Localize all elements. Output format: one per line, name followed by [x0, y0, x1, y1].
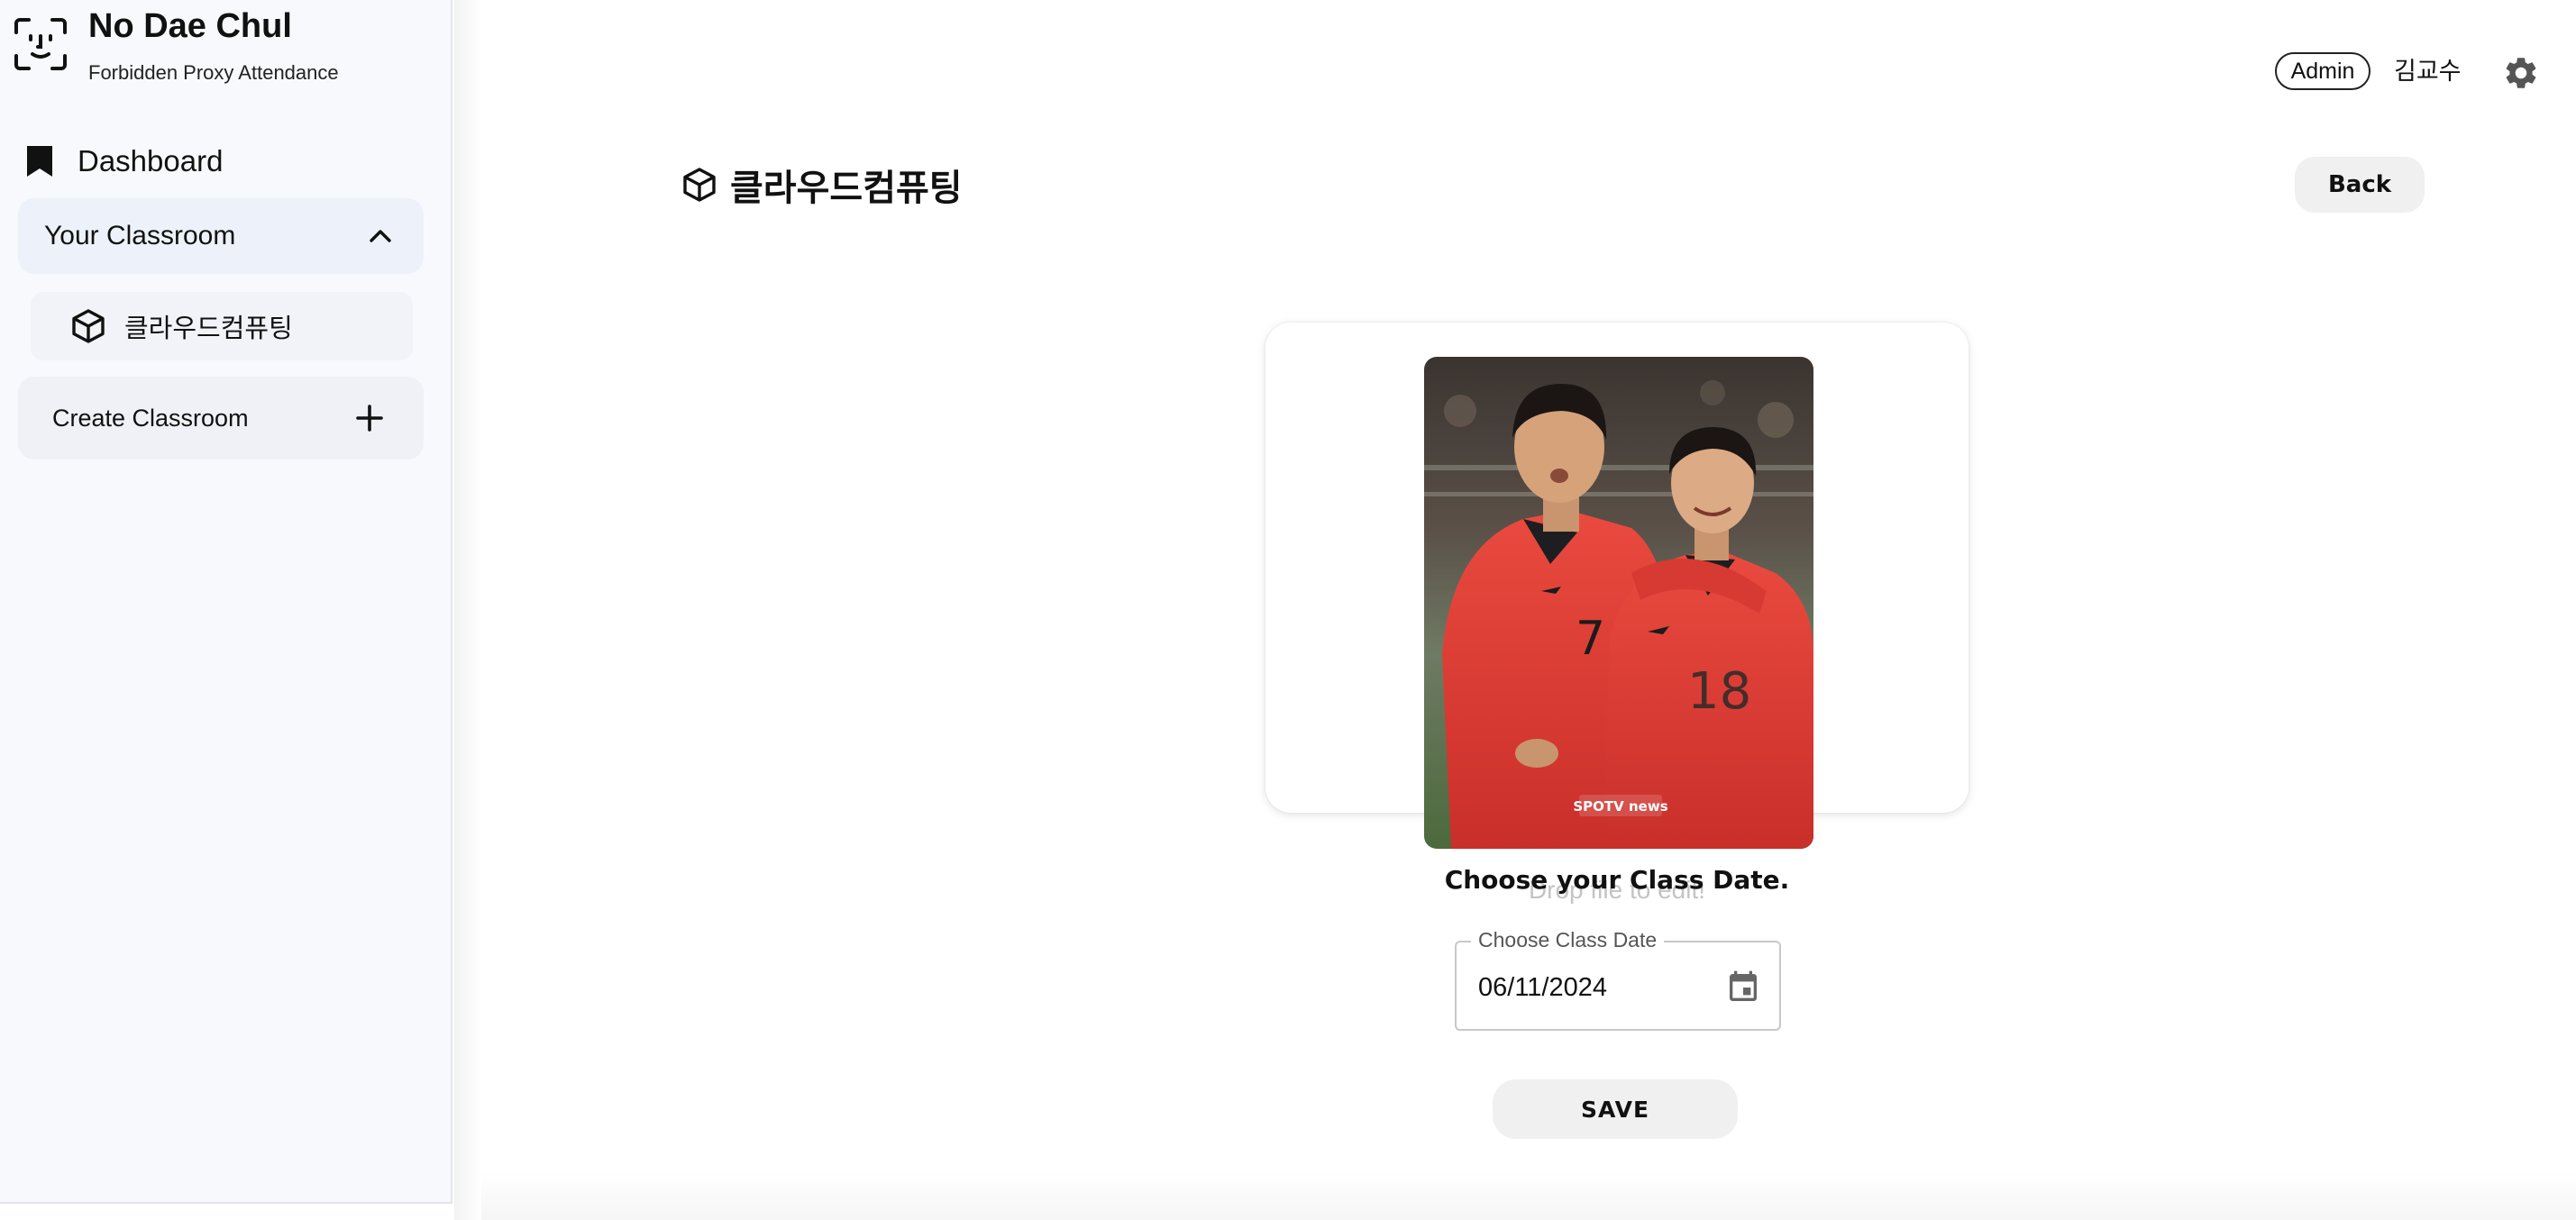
- page-header: 클라우드컴퓨팅: [681, 159, 963, 211]
- sidebar: No Dae Chul Forbidden Proxy Attendance D…: [0, 0, 452, 1204]
- photo-watermark: SPOTV news: [1573, 798, 1667, 815]
- create-classroom-label: Create Classroom: [52, 404, 249, 432]
- plus-icon: [356, 405, 383, 432]
- class-date-label: Choose Class Date: [1471, 928, 1665, 952]
- face-scan-icon: [14, 18, 67, 70]
- class-date-value[interactable]: 06/11/2024: [1478, 973, 1607, 1003]
- sidebar-group-label: Your Classroom: [44, 221, 236, 250]
- svg-text:18: 18: [1687, 662, 1751, 721]
- choose-date-heading: Choose your Class Date.: [1444, 865, 1790, 895]
- calendar-icon[interactable]: [1725, 970, 1761, 1006]
- class-date-field[interactable]: Choose Class Date 06/11/2024: [1455, 928, 1781, 1031]
- uploaded-photo[interactable]: 7 18 SPOTV news: [1424, 357, 1813, 849]
- user-name[interactable]: 김교수: [2394, 52, 2462, 90]
- sidebar-item-classroom[interactable]: 클라우드컴퓨팅: [31, 292, 413, 360]
- sidebar-item-dashboard[interactable]: Dashboard: [25, 141, 223, 182]
- cube-icon: [72, 309, 105, 343]
- sidebar-group-your-classroom[interactable]: Your Classroom: [18, 198, 424, 274]
- bookmark-icon: [27, 146, 52, 177]
- page-title: 클라우드컴퓨팅: [730, 168, 963, 208]
- gear-icon[interactable]: [2502, 54, 2540, 92]
- create-classroom-button[interactable]: Create Classroom: [18, 377, 424, 460]
- app-title: No Dae Chul: [88, 7, 292, 45]
- role-badge: Admin: [2275, 52, 2370, 90]
- app-subtitle: Forbidden Proxy Attendance: [88, 61, 339, 84]
- back-button[interactable]: Back: [2295, 157, 2425, 213]
- chevron-up-icon[interactable]: [368, 223, 393, 249]
- svg-text:7: 7: [1576, 612, 1605, 666]
- save-button[interactable]: SAVE: [1493, 1079, 1738, 1139]
- sidebar-item-label: Dashboard: [78, 144, 224, 178]
- sidebar-item-label: 클라우드컴퓨팅: [124, 314, 293, 343]
- sidebar-shadow: [454, 0, 481, 1220]
- cube-icon: [683, 168, 716, 202]
- bottom-fade: [481, 1171, 2576, 1220]
